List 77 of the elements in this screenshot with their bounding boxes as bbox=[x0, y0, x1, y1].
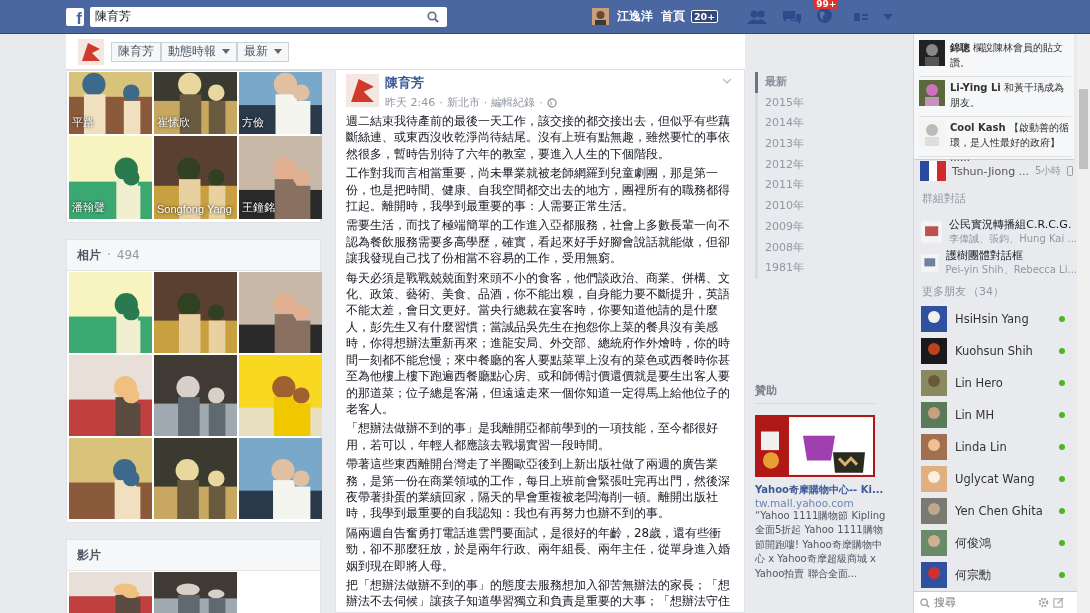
notification-count: 99+ bbox=[814, 0, 839, 9]
last-active-time: 5小時 bbox=[1035, 164, 1062, 178]
separator-dot: · bbox=[483, 96, 488, 109]
chat-contact[interactable]: Lin Hero bbox=[914, 367, 1077, 399]
chat-contact[interactable]: Uglycat Wang bbox=[914, 463, 1077, 495]
chat-contact[interactable]: Yen Chen Ghita bbox=[914, 495, 1077, 527]
flag-avatar-icon[interactable] bbox=[920, 161, 946, 181]
ticker-story[interactable]: Li-Ying Li 和黃千瑀成為朋友。 bbox=[950, 80, 1071, 110]
group-chats-title: 群組對話 bbox=[921, 191, 967, 206]
post-paragraph: 需要生活，而找了極端簡單的工作進入亞都服務，社會上多數長輩一向不認為餐飲服務需要多高學歷，確實，看起來好手好腳會說話就能做，但卻讓我發現自己找了份相當不容易的工作，受用無窮。 bbox=[346, 217, 731, 267]
chat-contact[interactable]: HsiHsin Yang bbox=[914, 303, 1077, 335]
user-link[interactable]: 江逸洋 bbox=[617, 9, 653, 24]
chat-contact[interactable]: Linda Lin bbox=[914, 431, 1077, 463]
avatar-icon bbox=[921, 402, 947, 428]
post-paragraph: 每天必須是戰戰兢兢面對來頭不小的食客，他們談政治、商業、併構、文化、政策、藝術、美食、品酒，你不能出糗，自身能力要不斷提升，英語不能太差，會日文更好。當央行總裁在宴客時，你要知道他請的是什麼人，彭先生又有什麼習慣；當誠品吳先生在抱怨你上菜的餐具沒有美感時，你得想辦法重新再來；進龍安局、外交部、總統府作外燴時，你的時間一刻都不能怠慢；來中餐廳的客人要點菜單上沒有的菜色或西餐時你甚至為他樓上樓下跑遍西餐廳點心房、或和師傅討價還價就是要生出客人要的那道菜；位子總是客滿，但遠遠走來一個你知道一定得馬上給他位子的老客人。 bbox=[346, 269, 731, 418]
post-paragraph: 工作對我而言相當重要，尚未畢業就被老師網羅到兒童劇團，那是第一份，也是把時間、健康、自我空間都交出去的地方，團裡所有的職務都得扛起。離開時，我學到最重要的事：人需要正常生活。 bbox=[346, 165, 731, 215]
avatar-icon bbox=[921, 466, 947, 492]
friend-tile[interactable]: 方儉 bbox=[239, 72, 322, 134]
chat-search-bar[interactable]: 搜尋 bbox=[914, 591, 1077, 613]
group-members: 李偉誠、張鈞、Hung Kai ... bbox=[949, 232, 1077, 246]
sponsored-title: 贊助 bbox=[755, 382, 875, 404]
chat-contact[interactable]: Lin MH bbox=[914, 399, 1077, 431]
post-paragraph: 隔兩週自告奮勇打電話進雲門要面試，是很好的年齡，28歲，還有些衝勁，卻不那麼狂放，於是兩年行政、兩年組長、兩年主任，從單身進入婚姻到現在即將人母。 bbox=[346, 524, 731, 574]
chat-contact[interactable]: 何俊鴻 bbox=[914, 527, 1077, 559]
caret-icon[interactable] bbox=[222, 49, 230, 54]
post-paragraph: 「想辦法做辦不到的事」是我離開亞都前學到的一項技能，至今都很好用，若可以，年輕人都應該去戰場實習一段時間。 bbox=[346, 420, 719, 454]
ad-title-link[interactable]: Yahoo奇摩購物中心-- Ki... bbox=[755, 482, 884, 497]
avatar-icon bbox=[921, 306, 947, 332]
friend-tile[interactable]: 王鐘銘 bbox=[239, 136, 322, 219]
post-paragraph: 把「想辦法做辦不到的事」的態度去服務想加入卻苦無辦法的家長；「想辦法不去伺候」讓孩子知道學習獨立和負責是重要的大事；「想辦法守住 bbox=[346, 576, 731, 610]
group-name[interactable]: 公民實況轉播組C.R.C.G. bbox=[949, 217, 1077, 232]
group-avatar-icon[interactable] bbox=[921, 218, 943, 245]
author-avatar-icon[interactable] bbox=[346, 74, 379, 107]
home-link[interactable]: 首頁 bbox=[661, 9, 685, 24]
scrollbar[interactable] bbox=[1077, 34, 1090, 613]
profile-nav-button[interactable]: 動態時報 bbox=[161, 41, 237, 62]
group-name[interactable]: 護樹團體對話框 bbox=[945, 248, 1077, 263]
avatar-icon bbox=[921, 338, 947, 364]
chat-contact[interactable]: Kuohsun Shih bbox=[914, 335, 1077, 367]
mobile-icon bbox=[1067, 166, 1074, 176]
avatar-icon bbox=[921, 498, 947, 524]
friend-name[interactable]: 王鐘銘 bbox=[242, 200, 275, 215]
search-icon[interactable] bbox=[427, 10, 439, 23]
profile-nav-button[interactable]: 最新 bbox=[237, 41, 289, 62]
more-friends-count: （34） bbox=[968, 284, 1004, 299]
ticker-story[interactable]: Cool Kash 【啟動善的循環，是人性最好的政府】 …… bbox=[950, 120, 1071, 165]
home-count: 20+ bbox=[691, 10, 719, 23]
chat-contact[interactable]: 何宗勳 bbox=[914, 559, 1077, 591]
avatar-icon[interactable] bbox=[919, 40, 945, 66]
friend-name[interactable]: 方儉 bbox=[242, 115, 264, 130]
photos-count: 494 bbox=[116, 248, 140, 262]
caret-icon[interactable] bbox=[274, 49, 282, 54]
search-field[interactable]: 搜尋 bbox=[934, 596, 1034, 609]
group-members: Pei-yin Shih、Rebecca Li... bbox=[945, 263, 1077, 277]
separator-dot: · bbox=[107, 248, 111, 262]
globe-icon[interactable] bbox=[546, 97, 557, 108]
logo[interactable]: f bbox=[66, 7, 84, 26]
photos-title[interactable]: 相片 bbox=[77, 246, 101, 264]
avatar-icon bbox=[921, 370, 947, 396]
videos-title[interactable]: 影片 bbox=[77, 546, 101, 564]
separator-dot: · bbox=[439, 96, 443, 109]
author-name[interactable]: 陳育芳 bbox=[385, 75, 716, 92]
more-friends-title: 更多朋友 bbox=[922, 284, 966, 299]
profile-nav-button[interactable]: 陳育芳 bbox=[111, 41, 161, 62]
search-field[interactable]: 陳育芳 bbox=[90, 6, 447, 27]
post-paragraph: 帶著這些東西離開台灣走了半圈歐亞後到上新出版社做了兩週的廣告業務，是第一份在商業領域的工作，每日上班前會緊張吐完再出門，然後深夜帶著掛蛋的業績回家，隔天的早會重複被老闆海削一頓。離開出版社時，我學到最重要的自我認知：我也有再努力也辦不到的事。 bbox=[346, 456, 731, 522]
avatar-icon bbox=[921, 562, 947, 588]
search-icon bbox=[920, 597, 930, 608]
post-paragraph: 週二結束我待產前的最後一天工作，該交接的都交接出去，但似乎有些藕斷絲連、或東西沒收乾淨尚待結尾。沒有上班有點無趣，雖然要忙的事依然很多，暫時告別待了六年的教室，要進入人生的下個階段。 bbox=[346, 113, 731, 163]
ticker-story[interactable]: 錦聰 欄說陳林會員的貼文讚。 bbox=[950, 40, 1071, 70]
avatar-icon bbox=[921, 530, 947, 556]
avatar-icon bbox=[921, 434, 947, 460]
avatar-icon[interactable] bbox=[592, 8, 609, 25]
profile-avatar-icon[interactable] bbox=[78, 38, 104, 65]
separator-dot: · bbox=[539, 96, 543, 109]
ad-description: “Yahoo 1111購物節 Kipling 全面5折起 Yahoo 1111購物節開跑嘍! Yahoo奇摩購物中心 x Yahoo奇摩超級商城 x Yahoo拍賣 聯合全面... bbox=[755, 509, 887, 581]
chat-contact-name[interactable]: Tshun-Jiong ... bbox=[952, 164, 1030, 178]
